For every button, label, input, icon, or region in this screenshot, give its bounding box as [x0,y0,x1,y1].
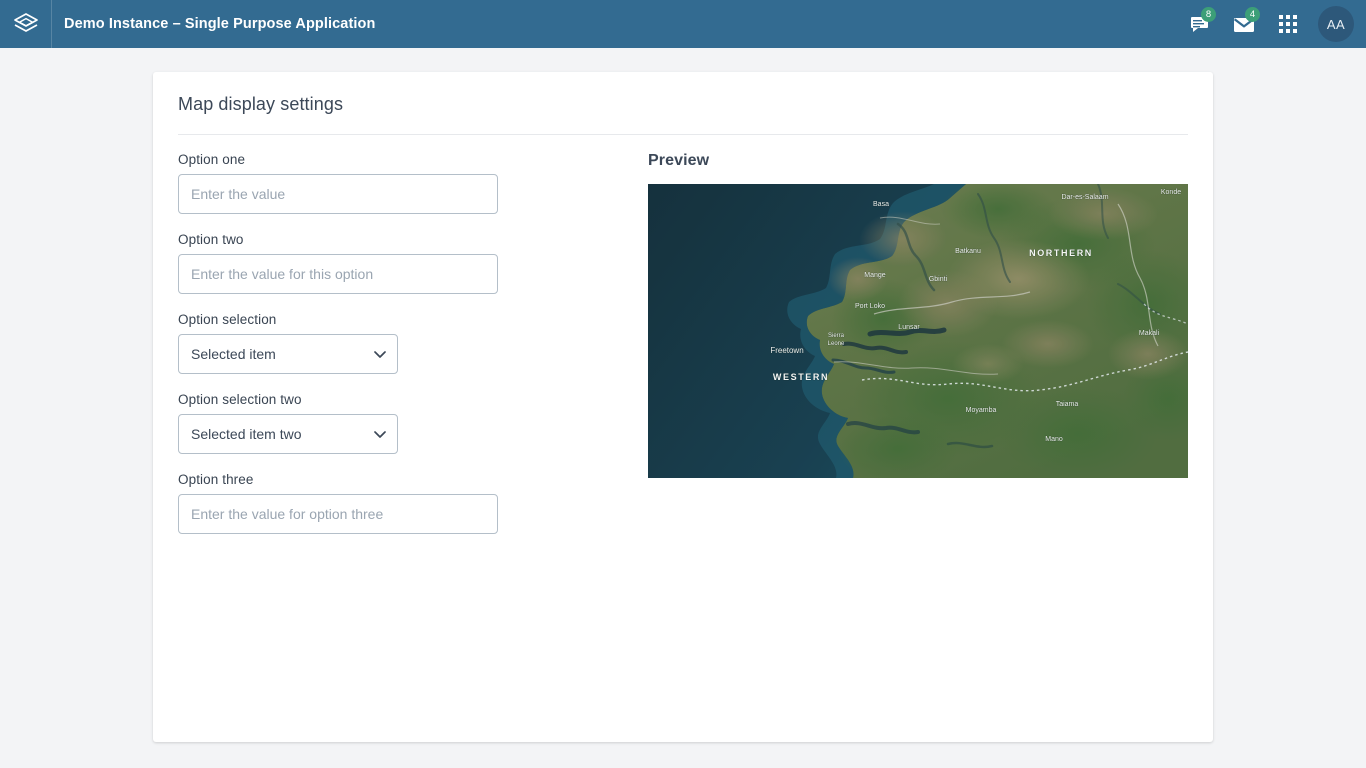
select-option-selection[interactable]: Selected item [178,334,398,374]
title-divider [178,134,1188,135]
svg-text:Mange: Mange [864,272,886,279]
app-title: Demo Instance – Single Purpose Applicati… [64,16,375,32]
svg-text:Konde: Konde [1161,189,1181,196]
label-option-selection: Option selection [178,312,648,327]
map-labels: Konde Dar-es-Salaam Basa NORTHERN Batkanu Gbi… [648,184,1188,478]
svg-text:WESTERN: WESTERN [773,372,829,382]
apps-button[interactable] [1266,0,1310,48]
preview-title: Preview [648,152,1188,170]
svg-text:Lunsar: Lunsar [898,324,920,331]
preview-panel: Preview [648,152,1188,552]
field-option-selection-two: Option selection two Selected item two [178,392,648,454]
label-option-two: Option two [178,232,648,247]
chat-badge: 8 [1201,7,1216,22]
page-title: Map display settings [178,94,343,115]
svg-text:NORTHERN: NORTHERN [1029,248,1093,258]
layers-icon [13,11,39,37]
apps-grid-icon [1279,15,1297,33]
header-actions: 8 4 AA [1178,0,1366,48]
field-option-one: Option one [178,152,648,214]
svg-text:Gbinti: Gbinti [929,276,948,283]
svg-text:Makali: Makali [1139,330,1160,337]
svg-text:Dar-es-Salaam: Dar-es-Salaam [1061,194,1108,201]
select-wrap-option-selection: Selected item [178,334,398,374]
field-option-two: Option two [178,232,648,294]
avatar[interactable]: AA [1318,6,1354,42]
app-logo[interactable] [0,0,52,48]
svg-text:Taiama: Taiama [1056,401,1079,408]
app-header-bar: Demo Instance – Single Purpose Applicati… [0,0,1366,48]
input-option-two[interactable] [178,254,498,294]
card-body: Option one Option two Option selection S… [178,152,1188,552]
select-option-selection-two[interactable]: Selected item two [178,414,398,454]
svg-text:Port Loko: Port Loko [855,303,885,310]
svg-text:Batkanu: Batkanu [955,248,981,255]
map-preview[interactable]: Konde Dar-es-Salaam Basa NORTHERN Batkanu Gbi… [648,184,1188,478]
label-option-one: Option one [178,152,648,167]
label-option-selection-two: Option selection two [178,392,648,407]
mail-button[interactable]: 4 [1222,0,1266,48]
settings-form: Option one Option two Option selection S… [178,152,648,552]
svg-text:Basa: Basa [873,201,889,208]
input-option-one[interactable] [178,174,498,214]
label-option-three: Option three [178,472,648,487]
svg-text:Moyamba: Moyamba [966,407,997,414]
input-option-three[interactable] [178,494,498,534]
chat-button[interactable]: 8 [1178,0,1222,48]
svg-text:Mano: Mano [1045,436,1063,443]
mail-badge: 4 [1245,7,1260,22]
field-option-selection: Option selection Selected item [178,312,648,374]
settings-card: Map display settings Option one Option t… [153,72,1213,742]
svg-text:Leone: Leone [828,341,845,347]
svg-text:Freetown: Freetown [770,346,803,355]
select-wrap-option-selection-two: Selected item two [178,414,398,454]
field-option-three: Option three [178,472,648,534]
svg-text:Sierra: Sierra [828,333,845,339]
